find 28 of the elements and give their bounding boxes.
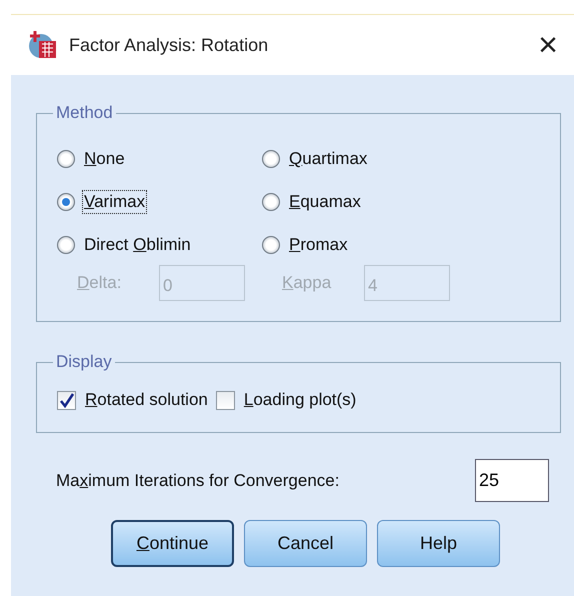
checkbox[interactable] [57,390,76,410]
dialog-button[interactable]: Continue [111,520,234,567]
app-icon [27,29,59,61]
radio-button[interactable] [57,193,75,211]
dialog-button[interactable]: Help [377,520,500,567]
option-label: Equamax [288,191,362,213]
radio-button[interactable] [262,236,280,254]
option-label: Promax [288,234,349,256]
radio-button[interactable] [57,150,75,168]
option-label: Direct Oblimin [83,234,192,256]
checkbox[interactable] [216,390,235,410]
radio-button[interactable] [262,193,280,211]
group-title: Display [55,352,113,372]
option-label: None [83,148,126,170]
dialog-button[interactable]: Cancel [244,520,367,567]
radio-button[interactable] [57,236,75,254]
param-label: Delta: [76,273,122,293]
radio-button[interactable] [262,150,280,168]
close-button[interactable]: × [538,28,558,62]
option-label: Loading plot(s) [242,389,358,411]
param-label: Kappa [281,273,332,293]
option-label: Varimax [82,190,148,214]
iterations-label: Maximum Iterations for Convergence: [56,470,340,490]
window-title: Factor Analysis: Rotation [69,34,270,56]
option-label: Rotated solution [84,389,209,411]
option-label: Quartimax [288,148,368,170]
iterations-field[interactable]: 25 [475,459,549,502]
group-title: Method [55,103,114,123]
